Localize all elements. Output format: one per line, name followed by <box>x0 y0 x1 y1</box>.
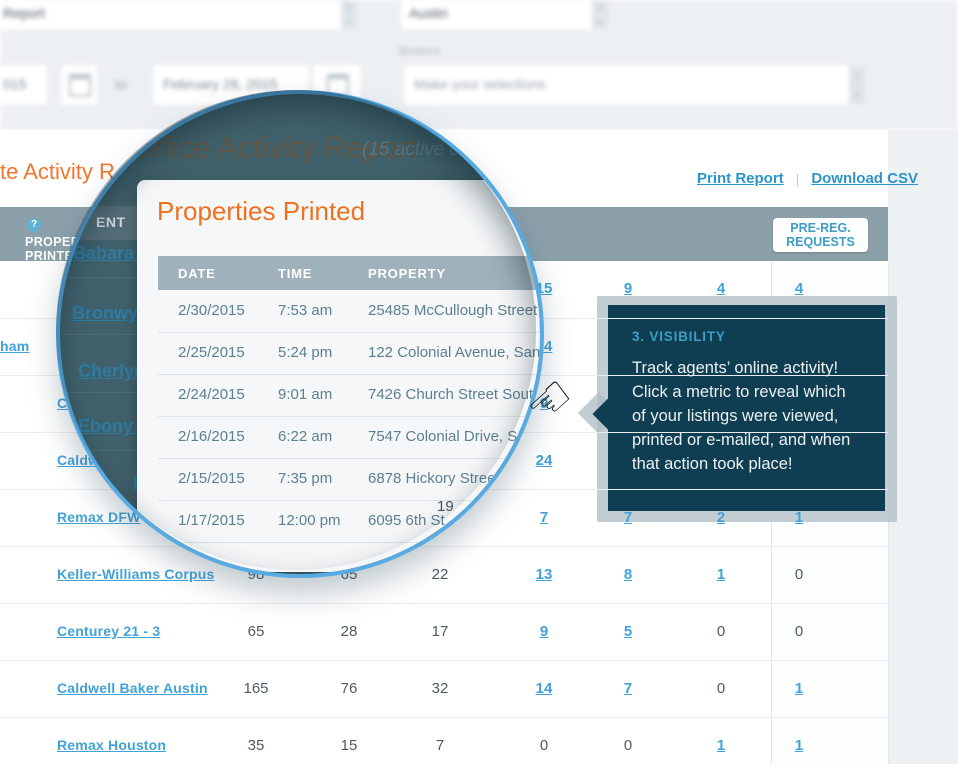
metric-link[interactable]: 1 <box>691 566 751 583</box>
popup-row: 2/30/2015 7:53 am 25485 McCullough Street … <box>158 290 544 333</box>
metric-link[interactable]: 5 <box>598 623 658 640</box>
metric-value: 15 <box>319 737 379 754</box>
table-row: Caldwell Baker Austin165763214701 <box>0 660 888 718</box>
magnifier-circle: Office Activity Report (15 active c ENT … <box>56 90 544 578</box>
popup-property: 6878 Hickory Stree <box>368 470 496 487</box>
metric-value: 76 <box>319 680 379 697</box>
popup-property: 25485 McCullough Street La <box>368 302 544 319</box>
metric-value: 0 <box>598 737 658 754</box>
metric-value: 0 <box>769 566 829 583</box>
popup-row: 2/15/2015 7:35 pm 6878 Hickory Stree <box>158 458 544 501</box>
properties-printed-popup: Properties Printed DATE TIME PROPERTY 2/… <box>137 180 544 572</box>
metric-link[interactable]: 4 <box>769 280 829 297</box>
popup-row: 2/25/2015 5:24 pm 122 Colonial Avenue, San… <box>158 332 544 375</box>
popup-property: 7426 Church Street South <box>368 386 541 403</box>
metric-link[interactable]: 8 <box>598 566 658 583</box>
metric-value: 28 <box>319 623 379 640</box>
popup-date: 2/15/2015 <box>178 470 245 487</box>
metric-value: 32 <box>410 680 470 697</box>
popup-row: 2/24/2015 9:01 am 7426 Church Street South <box>158 374 544 417</box>
popup-date: 2/16/2015 <box>178 428 245 445</box>
metric-value: 7 <box>410 737 470 754</box>
metric-value: 165 <box>226 680 286 697</box>
metric-value: 35 <box>226 737 286 754</box>
popup-date: 2/25/2015 <box>178 344 245 361</box>
metric-link[interactable]: 9 <box>598 280 658 297</box>
metric-link[interactable]: 1 <box>769 680 829 697</box>
underlying-table-value: 19 <box>437 498 454 515</box>
popup-time: 9:01 am <box>278 386 332 403</box>
table-row: Remax Houston351570011 <box>0 717 888 775</box>
page-margin <box>888 130 958 764</box>
metric-value: 17 <box>410 623 470 640</box>
metric-value: 0 <box>691 680 751 697</box>
metric-value: 0 <box>691 623 751 640</box>
metric-link[interactable]: 2 <box>691 509 751 526</box>
metric-value: 65 <box>226 623 286 640</box>
popup-date: 2/24/2015 <box>178 386 245 403</box>
metric-link[interactable]: 1 <box>769 509 829 526</box>
popup-date: 2/30/2015 <box>178 302 245 319</box>
popup-row: 2/16/2015 6:22 am 7547 Colonial Drive, Sa <box>158 416 544 459</box>
popup-time: 12:00 pm <box>278 512 341 529</box>
popup-time: 7:53 am <box>278 302 332 319</box>
popup-date: 1/17/2015 <box>178 512 245 529</box>
metric-link[interactable]: 9 <box>514 623 574 640</box>
popup-property: 6095 6th St <box>368 512 445 529</box>
popup-time: 7:35 pm <box>278 470 332 487</box>
popup-time: 5:24 pm <box>278 344 332 361</box>
table-row: Centurey 21 - 36528179500 <box>0 603 888 661</box>
office-link[interactable]: ham <box>0 338 46 354</box>
metric-link[interactable]: 4 <box>691 280 751 297</box>
popup-property: 7547 Colonial Drive, Sa <box>368 428 526 445</box>
metric-link[interactable]: 1 <box>691 737 751 754</box>
metric-value: 0 <box>769 623 829 640</box>
popup-row: 1/17/2015 12:00 pm 6095 6th St <box>158 500 544 543</box>
metric-link[interactable]: 1 <box>769 737 829 754</box>
metric-value: 0 <box>514 737 574 754</box>
popup-rows: 2/30/2015 7:53 am 25485 McCullough Street … <box>137 180 544 572</box>
metric-link[interactable]: 7 <box>598 680 658 697</box>
popup-time: 6:22 am <box>278 428 332 445</box>
metric-link[interactable]: 14 <box>514 680 574 697</box>
popup-property: 122 Colonial Avenue, San A <box>368 344 544 361</box>
metric-link[interactable]: 7 <box>598 509 658 526</box>
